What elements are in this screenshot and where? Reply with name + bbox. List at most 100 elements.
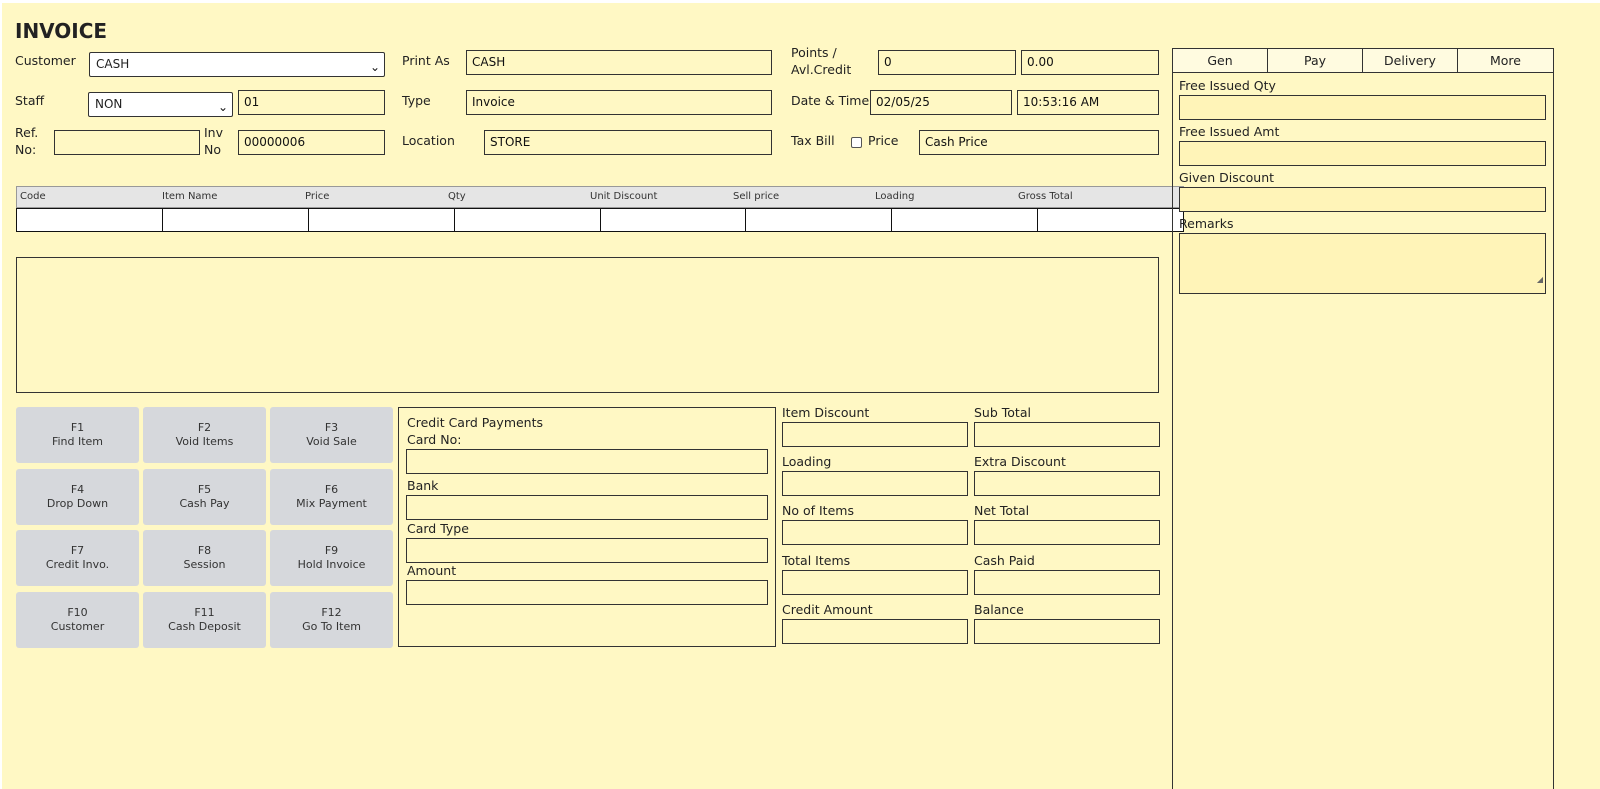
loading-label: Loading [782, 454, 832, 469]
card-no-input[interactable] [406, 449, 768, 474]
datetime-label: Date & Time [791, 93, 870, 108]
fkey-label: Hold Invoice [297, 558, 366, 571]
credit-amount-input[interactable] [782, 619, 968, 644]
type-input[interactable]: Invoice [466, 90, 772, 115]
f7-credit-invoice-button[interactable]: F7 Credit Invo. [16, 530, 139, 586]
item-entry-row [16, 208, 1184, 232]
fkey-label: Go To Item [302, 620, 361, 633]
invoice-window: INVOICE Customer CASH ⌄ Print As CASH Po… [2, 3, 1600, 789]
tab-gen[interactable]: Gen [1172, 48, 1268, 73]
f6-mix-payment-button[interactable]: F6 Mix Payment [270, 469, 393, 525]
sub-total-input[interactable] [974, 422, 1160, 447]
given-discount-input[interactable] [1179, 187, 1546, 212]
tab-pay[interactable]: Pay [1267, 48, 1363, 73]
price-label: Price [868, 133, 899, 148]
tab-delivery[interactable]: Delivery [1362, 48, 1458, 73]
items-list-area[interactable] [16, 257, 1159, 393]
price-cell-input[interactable] [309, 209, 455, 231]
f5-cash-pay-button[interactable]: F5 Cash Pay [143, 469, 266, 525]
item-discount-input[interactable] [782, 422, 968, 447]
fkey-code: F11 [194, 606, 215, 619]
fkey-code: F1 [70, 421, 85, 434]
loading-input[interactable] [782, 471, 968, 496]
location-label: Location [402, 133, 455, 148]
staff-label: Staff [15, 93, 45, 108]
no-of-items-label: No of Items [782, 503, 854, 518]
date-input[interactable]: 02/05/25 [870, 90, 1012, 115]
tax-bill-checkbox[interactable] [851, 137, 862, 148]
balance-input[interactable] [974, 619, 1160, 644]
card-type-label: Card Type [407, 521, 469, 536]
points-input[interactable]: 0 [878, 50, 1016, 75]
sell-price-cell-input[interactable] [746, 209, 893, 231]
f9-hold-invoice-button[interactable]: F9 Hold Invoice [270, 530, 393, 586]
tab-more[interactable]: More [1457, 48, 1554, 73]
fkey-code: F8 [197, 544, 212, 557]
bank-input[interactable] [406, 495, 768, 520]
free-issued-amt-input[interactable] [1179, 141, 1546, 166]
cash-paid-input[interactable] [974, 570, 1160, 595]
customer-select-value: CASH [96, 57, 130, 71]
grid-col-item-name: Item Name [162, 191, 218, 202]
extra-discount-input[interactable] [974, 471, 1160, 496]
fkey-code: F2 [197, 421, 212, 434]
fkey-label: Cash Pay [179, 497, 230, 510]
price-type-input[interactable]: Cash Price [919, 130, 1159, 155]
remarks-label: Remarks [1179, 216, 1234, 231]
loading-cell-input[interactable] [892, 209, 1039, 231]
fkey-label: Void Items [175, 435, 234, 448]
net-total-input[interactable] [974, 520, 1160, 545]
amount-input[interactable] [406, 580, 768, 605]
extra-discount-label: Extra Discount [974, 454, 1066, 469]
staff-code-input[interactable]: 01 [238, 90, 385, 115]
qty-cell-input[interactable] [455, 209, 601, 231]
f2-void-items-button[interactable]: F2 Void Items [143, 407, 266, 463]
f10-customer-button[interactable]: F10 Customer [16, 592, 139, 648]
f8-session-button[interactable]: F8 Session [143, 530, 266, 586]
credit-card-panel: Credit Card Payments Card No: Bank Card … [398, 407, 776, 647]
staff-select[interactable]: NON ⌄ [88, 92, 233, 117]
time-input[interactable]: 10:53:16 AM [1017, 90, 1159, 115]
card-no-label: Card No: [407, 432, 462, 447]
avl-credit-input[interactable]: 0.00 [1021, 50, 1159, 75]
print-as-input[interactable]: CASH [466, 50, 772, 75]
grid-col-gross-total: Gross Total [1018, 191, 1073, 202]
f3-void-sale-button[interactable]: F3 Void Sale [270, 407, 393, 463]
fkey-label: Mix Payment [296, 497, 367, 510]
given-discount-label: Given Discount [1179, 170, 1275, 185]
amount-label: Amount [407, 563, 457, 578]
fkey-code: F10 [67, 606, 88, 619]
customer-select[interactable]: CASH ⌄ [89, 52, 385, 77]
fkey-label: Session [183, 558, 226, 571]
gross-total-cell-input[interactable] [1038, 209, 1183, 231]
free-issued-amt-label: Free Issued Amt [1179, 124, 1280, 139]
bank-label: Bank [407, 478, 439, 493]
inv-no-input[interactable]: 00000006 [238, 130, 385, 155]
card-type-input[interactable] [406, 538, 768, 563]
item-name-cell-input[interactable] [163, 209, 309, 231]
total-items-input[interactable] [782, 570, 968, 595]
credit-amount-label: Credit Amount [782, 602, 873, 617]
grid-col-unit-discount: Unit Discount [590, 191, 658, 202]
free-issued-qty-label: Free Issued Qty [1179, 78, 1276, 93]
f12-go-to-item-button[interactable]: F12 Go To Item [270, 592, 393, 648]
ref-label-line2: No: [15, 142, 37, 157]
unit-discount-cell-input[interactable] [601, 209, 747, 231]
fkey-label: Find Item [51, 435, 104, 448]
ref-label-line1: Ref. [15, 125, 39, 140]
inv-label-line1: Inv [204, 125, 224, 140]
remarks-textarea[interactable]: ◢ [1179, 233, 1546, 294]
free-issued-qty-input[interactable] [1179, 95, 1546, 120]
tax-bill-label: Tax Bill [791, 133, 835, 148]
cash-paid-label: Cash Paid [974, 553, 1035, 568]
f11-cash-deposit-button[interactable]: F11 Cash Deposit [143, 592, 266, 648]
resize-handle-icon[interactable]: ◢ [1537, 268, 1543, 291]
code-cell-input[interactable] [17, 209, 163, 231]
no-of-items-input[interactable] [782, 520, 968, 545]
balance-label: Balance [974, 602, 1024, 617]
f1-find-item-button[interactable]: F1 Find Item [16, 407, 139, 463]
total-items-label: Total Items [782, 553, 851, 568]
location-input[interactable]: STORE [484, 130, 772, 155]
f4-drop-down-button[interactable]: F4 Drop Down [16, 469, 139, 525]
ref-no-input[interactable] [54, 130, 200, 155]
